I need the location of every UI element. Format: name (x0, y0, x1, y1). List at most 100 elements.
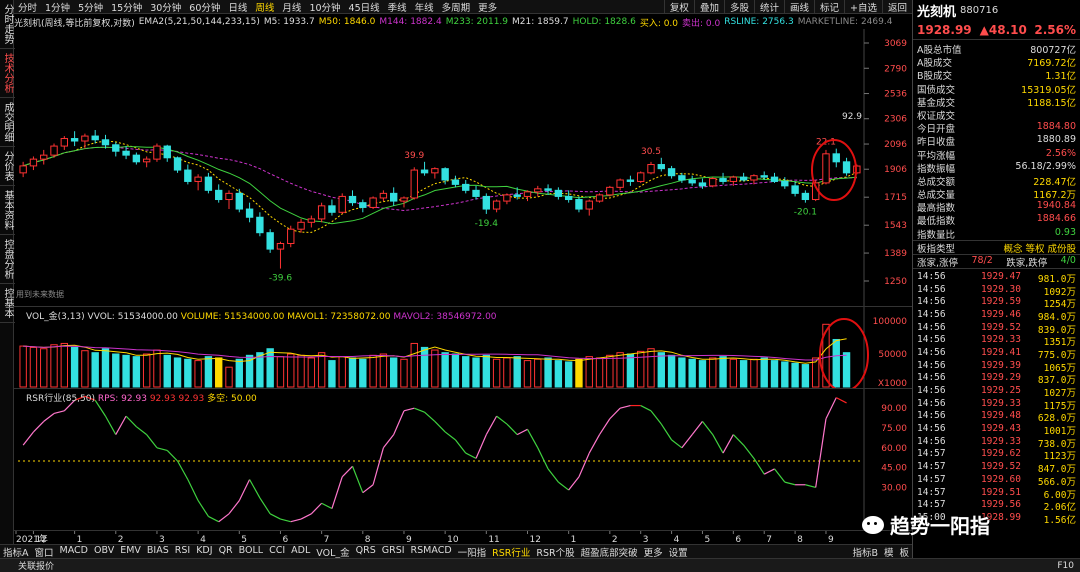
volume-bar[interactable] (667, 354, 676, 388)
volume-bar[interactable] (832, 338, 840, 388)
candle-body[interactable] (760, 175, 768, 178)
volume-bar[interactable] (256, 352, 264, 388)
left-tab[interactable]: 基本资料 (0, 186, 15, 235)
candle-body[interactable] (173, 157, 182, 171)
volume-bar[interactable] (781, 361, 789, 388)
candle-body[interactable] (81, 135, 89, 142)
volume-bar[interactable] (204, 356, 213, 388)
candle-body[interactable] (40, 154, 48, 160)
volume-bar[interactable] (379, 353, 388, 388)
toolbar-button[interactable]: 多股 (723, 0, 754, 14)
volume-bar[interactable] (492, 358, 501, 388)
candle-body[interactable] (781, 180, 789, 187)
volume-bar[interactable] (276, 356, 285, 388)
indicator-tab[interactable]: 更多 (641, 545, 666, 559)
indicator-tab[interactable]: 一阳指 (455, 545, 490, 559)
candle-body[interactable] (801, 192, 810, 201)
volume-bar[interactable] (266, 348, 274, 388)
candle-body[interactable] (153, 145, 161, 160)
timeframe-tab[interactable]: 多周期 (438, 0, 475, 14)
candle-body[interactable] (719, 178, 727, 182)
board-type-value[interactable]: 概念 等权 成份股 (1003, 241, 1076, 255)
left-tab[interactable]: 分价表 (0, 147, 15, 186)
toolbar-button[interactable]: 叠加 (693, 0, 724, 14)
indicator-tab[interactable]: 窗口 (32, 545, 57, 559)
volume-bar[interactable] (225, 366, 233, 388)
volume-bar[interactable] (81, 350, 89, 388)
volume-bar[interactable] (184, 358, 192, 388)
volume-bar[interactable] (647, 348, 655, 388)
timeframe-tab[interactable]: 1分钟 (41, 0, 74, 14)
candle-body[interactable] (482, 195, 491, 210)
volume-bar[interactable] (544, 357, 552, 388)
candle-body[interactable] (606, 186, 614, 196)
left-tab[interactable]: 控盘分析 (0, 235, 15, 284)
indicator-tab[interactable]: 超盈底部突破 (578, 545, 641, 559)
candle-body[interactable] (338, 195, 346, 213)
volume-bar[interactable] (678, 357, 686, 388)
timeframe-tab[interactable]: 60分钟 (185, 0, 224, 14)
candle-body[interactable] (50, 145, 58, 156)
left-tab[interactable]: 成交明细 (0, 98, 15, 147)
candle-body[interactable] (70, 138, 79, 142)
volume-bar[interactable] (451, 353, 460, 388)
candle-body[interactable] (791, 185, 799, 194)
timeframe-tab[interactable]: 5分钟 (74, 0, 107, 14)
indicator-tab[interactable]: RSI (172, 545, 193, 559)
candle-body[interactable] (410, 169, 418, 199)
left-tab[interactable]: 分时走势 (0, 0, 15, 49)
volume-bar[interactable] (297, 354, 305, 388)
indicator-tab[interactable]: GRSI (379, 545, 408, 559)
candle-body[interactable] (389, 192, 398, 202)
volume-bar[interactable] (760, 357, 768, 388)
volume-bar[interactable] (70, 346, 79, 388)
candle-body[interactable] (441, 168, 449, 181)
candle-body[interactable] (698, 182, 707, 187)
candle-body[interactable] (832, 153, 840, 163)
volume-bar[interactable] (369, 354, 377, 388)
candle-body[interactable] (204, 176, 213, 191)
candle-body[interactable] (400, 197, 408, 202)
candle-body[interactable] (317, 205, 326, 220)
timeframe-tab[interactable]: 10分钟 (305, 0, 344, 14)
candle-body[interactable] (637, 172, 645, 182)
indicator-tab[interactable]: RSMACD (408, 545, 455, 559)
timeframe-tab[interactable]: 15分钟 (107, 0, 146, 14)
volume-bar[interactable] (338, 356, 346, 388)
volume-bar[interactable] (317, 352, 326, 388)
toolbar-button[interactable]: 画线 (783, 0, 814, 14)
candle-body[interactable] (595, 194, 604, 202)
indicator-tab[interactable]: QR (216, 545, 236, 559)
volume-bar[interactable] (142, 353, 151, 388)
candle-body[interactable] (523, 191, 532, 197)
volume-bar[interactable] (709, 357, 717, 388)
volume-bar[interactable] (564, 361, 573, 388)
candle-body[interactable] (750, 175, 758, 181)
toolbar-button[interactable]: 标记 (814, 0, 844, 14)
indicator-tab[interactable]: RSR行业 (489, 545, 533, 559)
volume-bar[interactable] (235, 358, 243, 388)
candle-body[interactable] (513, 194, 521, 197)
volume-bar[interactable] (801, 364, 810, 388)
candle-body[interactable] (379, 192, 388, 199)
timeframe-tab[interactable]: 更多 (474, 0, 501, 14)
left-tab[interactable]: 技术分析 (0, 49, 15, 98)
volume-bar[interactable] (595, 357, 604, 388)
volume-bar[interactable] (523, 360, 532, 388)
indicator-tab[interactable]: KDJ (193, 545, 215, 559)
candle-body[interactable] (245, 208, 254, 218)
bottom-right-button[interactable]: 指标B (849, 545, 881, 559)
indicator-tab[interactable]: VOL_金 (313, 545, 352, 559)
candle-body[interactable] (184, 169, 192, 182)
volume-bar[interactable] (431, 349, 439, 388)
indicator-tab[interactable]: EMV (117, 545, 144, 559)
toolbar-button[interactable]: 返回 (881, 0, 912, 14)
volume-bar[interactable] (554, 360, 563, 388)
candlestick-chart[interactable]: 3069 2790 2536 2306 2096 1906 1715 1543 1389 1250… (14, 29, 912, 307)
candle-body[interactable] (19, 165, 27, 174)
candle-body[interactable] (29, 158, 38, 167)
volume-bar[interactable] (19, 345, 27, 388)
indicator-tab[interactable]: OBV (91, 545, 117, 559)
volume-bar[interactable] (173, 357, 182, 388)
candle-body[interactable] (554, 189, 563, 197)
